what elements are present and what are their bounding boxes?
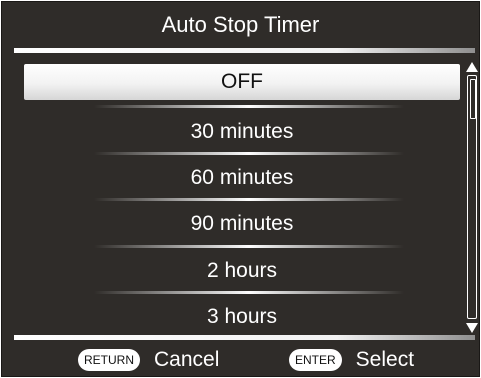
footer-divider xyxy=(14,335,475,340)
option-off[interactable]: OFF xyxy=(24,64,460,100)
divider xyxy=(94,152,404,155)
option-60-minutes[interactable]: 60 minutes xyxy=(24,160,460,196)
select-hint[interactable]: ENTER Select xyxy=(289,342,414,378)
enter-key-badge[interactable]: ENTER xyxy=(289,349,342,371)
option-30-minutes[interactable]: 30 minutes xyxy=(24,114,460,150)
divider xyxy=(94,291,404,294)
options-list: OFF 30 minutes 60 minutes 90 minutes 2 h… xyxy=(24,64,460,340)
divider xyxy=(94,105,404,108)
scroll-down-icon[interactable] xyxy=(466,323,478,333)
option-90-minutes[interactable]: 90 minutes xyxy=(24,206,460,242)
page-title: Auto Stop Timer xyxy=(161,12,320,37)
timer-dialog: Auto Stop Timer OFF 30 minutes 60 minute… xyxy=(1,1,480,377)
divider xyxy=(94,245,404,248)
divider xyxy=(94,198,404,201)
cancel-hint[interactable]: RETURN Cancel xyxy=(78,342,219,378)
option-2-hours[interactable]: 2 hours xyxy=(24,253,460,289)
scrollbar-thumb[interactable] xyxy=(470,79,476,119)
return-key-badge[interactable]: RETURN xyxy=(78,349,140,371)
option-3-hours[interactable]: 3 hours xyxy=(24,299,460,335)
select-label: Select xyxy=(355,348,415,371)
scroll-up-icon[interactable] xyxy=(466,62,478,72)
footer: RETURN Cancel ENTER Select xyxy=(2,342,479,378)
scrollbar[interactable] xyxy=(467,75,477,319)
cancel-label: Cancel xyxy=(154,348,220,371)
title-divider xyxy=(14,48,475,53)
